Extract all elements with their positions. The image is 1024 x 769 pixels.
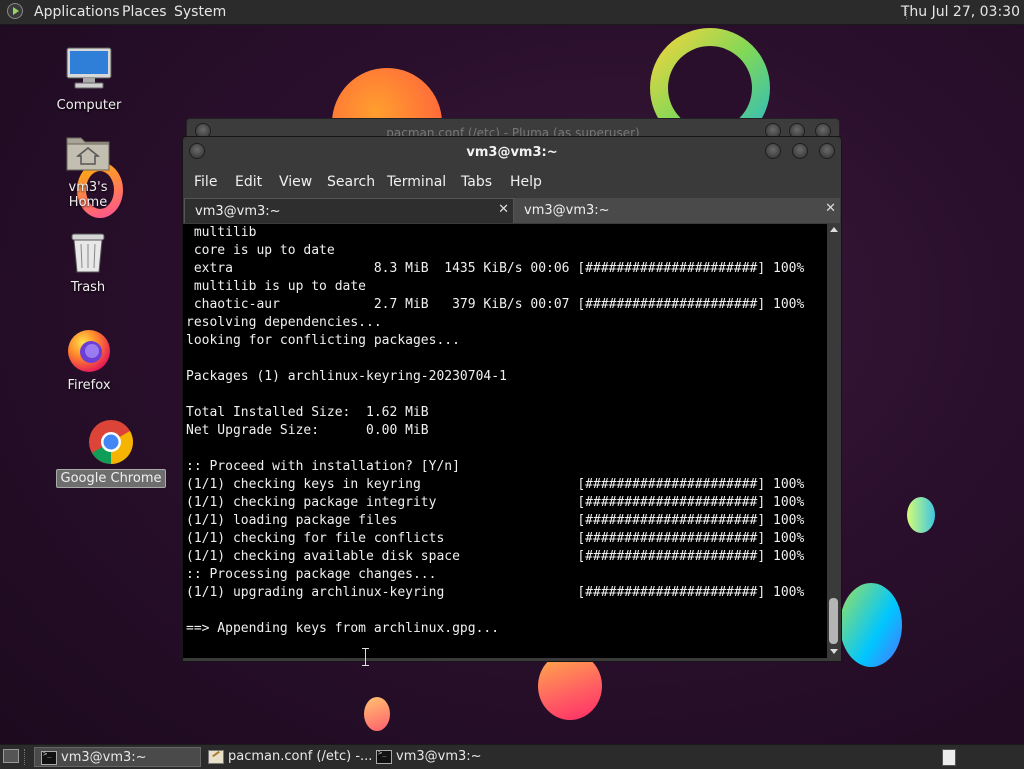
tab-label: vm3@vm3:~	[524, 203, 610, 218]
terminal-line: core is up to date	[186, 243, 335, 258]
terminal-line: multilib is up to date	[186, 279, 367, 294]
menu-file[interactable]: File	[194, 174, 217, 190]
terminal-line: (1/1) checking for file conflicts [#####…	[186, 531, 805, 546]
terminal-line: resolving dependencies...	[186, 315, 382, 330]
chrome-icon	[87, 418, 135, 466]
panel-separator	[24, 749, 25, 765]
menu-system[interactable]: System	[174, 4, 226, 20]
terminal-line: Net Upgrade Size: 0.00 MiB	[186, 423, 429, 438]
terminal-line: :: Processing package changes...	[186, 567, 437, 582]
show-desktop-icon[interactable]	[3, 749, 19, 763]
terminal-tab-bar: vm3@vm3:~ ✕ vm3@vm3:~ ✕	[183, 198, 841, 224]
terminal-icon	[376, 749, 392, 764]
terminal-tab-1[interactable]: vm3@vm3:~ ✕	[184, 198, 514, 223]
taskbar-item-pluma[interactable]: pacman.conf (/etc) -...	[202, 747, 373, 767]
text-editor-icon	[208, 750, 224, 764]
desktop-icon-home[interactable]: vm3's Home	[45, 128, 131, 211]
terminal-line: Packages (1) archlinux-keyring-20230704-…	[186, 369, 507, 384]
menu-terminal[interactable]: Terminal	[387, 174, 446, 190]
menu-edit[interactable]: Edit	[235, 174, 262, 190]
firefox-icon	[65, 326, 113, 374]
desktop-icon-firefox[interactable]: Firefox	[46, 326, 132, 394]
menu-view[interactable]: View	[279, 174, 312, 190]
mate-menu-icon[interactable]	[7, 3, 23, 19]
terminal-line: extra 8.3 MiB 1435 KiB/s 00:06 [########…	[186, 261, 805, 276]
desktop-icon-label: Computer	[56, 98, 122, 113]
desktop-icon-label: Firefox	[67, 378, 111, 393]
minimize-button[interactable]	[765, 143, 781, 159]
window-title: vm3@vm3:~	[466, 145, 558, 160]
close-tab-icon[interactable]: ✕	[498, 202, 509, 217]
clock[interactable]: Thu Jul 27, 03:30	[901, 4, 1020, 20]
close-button[interactable]	[819, 143, 835, 159]
terminal-tab-2[interactable]: vm3@vm3:~ ✕	[514, 198, 840, 223]
terminal-line: (1/1) checking available disk space [###…	[186, 549, 805, 564]
maximize-button[interactable]	[792, 143, 808, 159]
taskbar-item-terminal-2[interactable]: vm3@vm3:~	[370, 747, 538, 767]
taskbar-item-label: vm3@vm3:~	[61, 750, 147, 765]
wallpaper-green-oval	[907, 497, 935, 533]
taskbar-item-terminal-1[interactable]: vm3@vm3:~	[34, 747, 201, 767]
menu-places[interactable]: Places	[122, 4, 167, 20]
wallpaper-orange-oval	[538, 652, 602, 720]
close-tab-icon[interactable]: ✕	[825, 201, 836, 216]
home-folder-icon	[64, 128, 112, 176]
terminal-window[interactable]: vm3@vm3:~ File Edit View Search Terminal…	[182, 136, 842, 662]
wallpaper-small-orange-oval	[364, 697, 390, 731]
desktop-icon-label: vm3's Home	[68, 180, 108, 210]
desktop-icon-label: Trash	[70, 280, 106, 295]
workspace-switcher[interactable]	[942, 749, 956, 766]
terminal-scrollbar[interactable]	[827, 224, 840, 658]
scroll-down-arrow-icon[interactable]	[830, 649, 838, 654]
terminal-menubar: File Edit View Search Terminal Tabs Help	[183, 171, 841, 195]
desktop-icon-label: Google Chrome	[55, 469, 167, 488]
menu-search[interactable]: Search	[327, 174, 375, 190]
terminal-line: Total Installed Size: 1.62 MiB	[186, 405, 429, 420]
trash-icon	[64, 228, 112, 276]
menu-tabs[interactable]: Tabs	[461, 174, 492, 190]
scroll-up-arrow-icon[interactable]	[830, 227, 838, 232]
top-panel: Applications Places System Thu Jul 27, 0…	[0, 0, 1024, 25]
terminal-line: (1/1) checking package integrity [######…	[186, 495, 805, 510]
terminal-line: multilib	[186, 225, 257, 240]
menu-applications[interactable]: Applications	[34, 4, 120, 20]
terminal-line: looking for conflicting packages...	[186, 333, 460, 348]
desktop-icon-computer[interactable]: Computer	[46, 46, 132, 114]
terminal-line: (1/1) checking keys in keyring [########…	[186, 477, 805, 492]
tab-label: vm3@vm3:~	[195, 204, 281, 219]
menu-help[interactable]: Help	[510, 174, 542, 190]
wallpaper-blue-oval	[840, 583, 902, 667]
text-cursor-icon	[362, 648, 370, 666]
terminal-output[interactable]: multilib core is up to date extra 8.3 Mi…	[183, 224, 827, 658]
taskbar-item-label: pacman.conf (/etc) -...	[228, 749, 373, 764]
desktop-icon-chrome[interactable]: Google Chrome	[54, 418, 168, 488]
computer-icon	[65, 46, 113, 94]
desktop-icon-trash[interactable]: Trash	[45, 228, 131, 296]
terminal-line: (1/1) loading package files [###########…	[186, 513, 805, 528]
terminal-icon	[41, 750, 57, 765]
bottom-panel: vm3@vm3:~ pacman.conf (/etc) -... vm3@vm…	[0, 744, 1024, 769]
terminal-line: chaotic-aur 2.7 MiB 379 KiB/s 00:07 [###…	[186, 297, 805, 312]
taskbar-item-label: vm3@vm3:~	[396, 749, 482, 764]
terminal-line: :: Proceed with installation? [Y/n]	[186, 459, 460, 474]
terminal-line: ==> Appending keys from archlinux.gpg...	[186, 621, 500, 636]
scrollbar-thumb[interactable]	[829, 598, 838, 644]
terminal-line: (1/1) upgrading archlinux-keyring [#####…	[186, 585, 805, 600]
